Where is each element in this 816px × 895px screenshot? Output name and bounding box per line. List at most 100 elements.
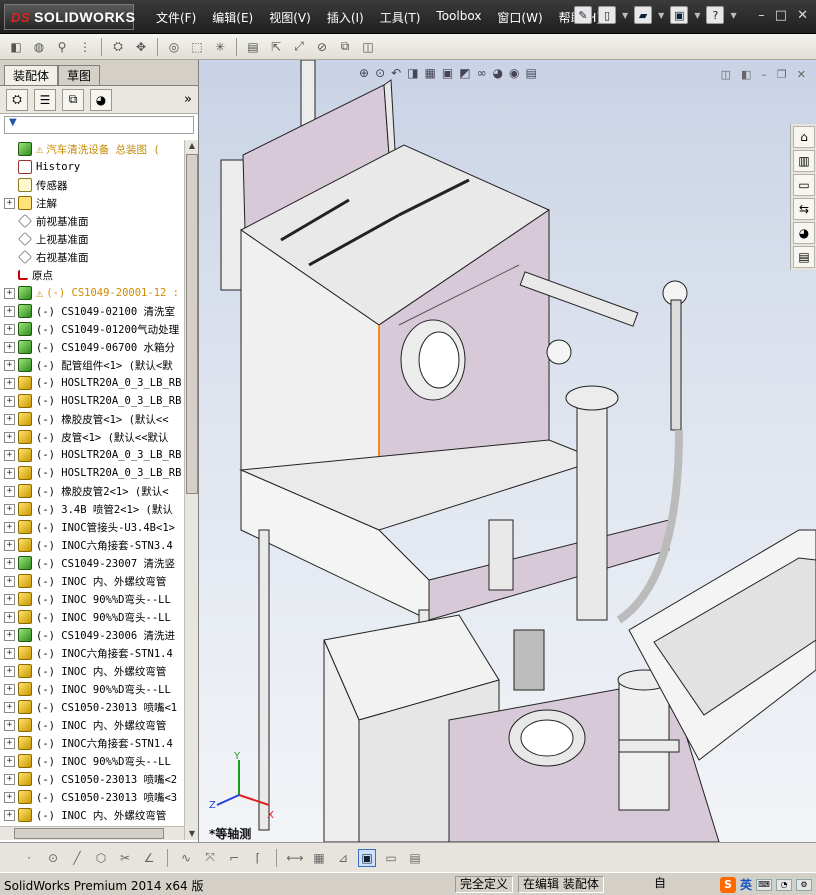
expand-icon[interactable]: + [4, 287, 15, 299]
chevron-down-icon[interactable]: ▼ [694, 11, 700, 20]
tree-item[interactable]: + (-) INOC 内、外螺纹弯管 [0, 572, 184, 590]
assembly-features-icon[interactable]: ⬚ [187, 37, 207, 57]
tree-item[interactable]: + (-) INOC 内、外螺纹弯管 [0, 716, 184, 734]
trim-icon[interactable]: ✂ [116, 849, 134, 867]
menu-toolbox[interactable]: Toolbox [428, 9, 489, 26]
tree-item[interactable]: 传感器 [0, 176, 184, 194]
ime-settings-icon[interactable]: ⚙ [796, 878, 812, 891]
line-icon[interactable]: ╱ [68, 849, 86, 867]
close-icon[interactable]: ✕ [797, 9, 808, 23]
bill-of-materials-icon[interactable]: ▤ [243, 37, 263, 57]
expand-icon[interactable]: + [4, 809, 15, 821]
expand-icon[interactable]: + [4, 377, 15, 389]
expand-icon[interactable]: + [4, 359, 15, 371]
chevron-down-icon[interactable]: ▼ [658, 11, 664, 20]
expand-icon[interactable]: + [4, 665, 15, 677]
expand-icon[interactable]: + [4, 611, 15, 623]
tree-item[interactable]: + (-) INOC 90%%D弯头--LL [0, 608, 184, 626]
exploded-view-icon[interactable]: ⇱ [266, 37, 286, 57]
tree-vertical-scrollbar[interactable]: ▲ ▼ [184, 140, 198, 840]
tree-item[interactable]: + (-) HOSLTR20A_0_3_LB_RB [0, 374, 184, 392]
tree-item[interactable]: + (-) HOSLTR20A_0_3_LB_RB [0, 392, 184, 410]
explode-line-icon[interactable]: ⤢ [289, 37, 309, 57]
mate-icon[interactable]: ⚲ [52, 37, 72, 57]
expand-icon[interactable]: + [4, 395, 15, 407]
menu-insert[interactable]: 插入(I) [319, 9, 372, 26]
minimize-icon[interactable]: – [758, 9, 765, 23]
menu-file[interactable]: 文件(F) [148, 9, 204, 26]
circle-icon[interactable]: ⊙ [44, 849, 62, 867]
tree-item[interactable]: + (-) CS1049-06700 水箱分 [0, 338, 184, 356]
construction-line-icon[interactable]: ⌈ [249, 849, 267, 867]
tree-horizontal-scrollbar[interactable] [0, 826, 184, 840]
sogou-icon[interactable]: S [719, 876, 736, 893]
tree-item[interactable]: + (-) CS1049-23007 清洗竖 [0, 554, 184, 572]
insert-component-icon[interactable]: ◍ [29, 37, 49, 57]
tree-item[interactable]: + (-) 皮管<1> (默认<<默认 [0, 428, 184, 446]
tree-item[interactable]: + (-) INOC 90%%D弯头--LL [0, 590, 184, 608]
expand-icon[interactable]: + [4, 413, 15, 425]
expand-icon[interactable]: + [4, 557, 15, 569]
expand-icon[interactable]: + [4, 719, 15, 731]
design-library-icon[interactable]: ▥ [793, 150, 815, 172]
interference-icon[interactable]: ⊘ [312, 37, 332, 57]
show-hidden-icon[interactable]: ◎ [164, 37, 184, 57]
tree-item[interactable]: 上视基准面 [0, 230, 184, 248]
graphics-area[interactable]: ⊕ ⊙ ↶ ◨ ▦ ▣ ◩ ∞ ◕ ◉ ▤ ◫ ◧ – ❐ ✕ ⌂ ▥ ▭ ⇆ … [199, 60, 816, 842]
chevron-down-icon[interactable]: ▼ [622, 11, 628, 20]
scroll-up-icon[interactable]: ▲ [186, 140, 198, 152]
expand-icon[interactable]: + [4, 305, 15, 317]
tree-item[interactable]: + (-) INOC管接头-U3.4B<1> [0, 518, 184, 536]
offset-icon[interactable]: ⌐ [225, 849, 243, 867]
more-tabs-icon[interactable]: » [184, 92, 192, 107]
tree-item[interactable]: + (-) CS1049-23006 清洗进 [0, 626, 184, 644]
tree-item[interactable]: + (-) CS1049-01200气动处理 [0, 320, 184, 338]
tree-item[interactable]: + (-) INOC 内、外螺纹弯管 [0, 806, 184, 824]
tree-item[interactable]: + (-) INOC六角接套-STN1.4 [0, 644, 184, 662]
move-component-icon[interactable]: ✥ [131, 37, 151, 57]
chevron-down-icon[interactable]: ▼ [730, 11, 736, 20]
new-document-icon[interactable]: ▯ [598, 6, 616, 24]
edit-component-icon[interactable]: ◧ [6, 37, 26, 57]
tree-item[interactable]: History [0, 158, 184, 176]
menu-window[interactable]: 窗口(W) [489, 9, 550, 26]
scroll-thumb[interactable] [186, 154, 198, 494]
menu-view[interactable]: 视图(V) [261, 9, 319, 26]
tree-item[interactable]: 右视基准面 [0, 248, 184, 266]
property-manager-icon[interactable]: ☰ [34, 88, 56, 111]
tree-item[interactable]: + (-) 配管组件<1> (默认<默 [0, 356, 184, 374]
tree-item[interactable]: + (-) HOSLTR20A_0_3_LB_RB [0, 446, 184, 464]
tab-sketch[interactable]: 草图 [58, 65, 101, 85]
tree-filter[interactable]: ▼ [4, 116, 194, 134]
expand-icon[interactable]: + [4, 521, 15, 533]
tree-item[interactable]: + 注解 [0, 194, 184, 212]
help-icon[interactable]: ? [706, 6, 725, 24]
home-icon[interactable]: ⌂ [793, 126, 815, 148]
reference-geometry-icon[interactable]: ✳ [210, 37, 230, 57]
display-pane-icon[interactable]: ▭ [382, 849, 400, 867]
scroll-down-icon[interactable]: ▼ [186, 828, 198, 840]
tree-item[interactable]: + (-) INOC六角接套-STN3.4 [0, 536, 184, 554]
grid-icon[interactable]: ▦ [310, 849, 328, 867]
tree-item[interactable]: + (-) INOC六角接套-STN1.4 [0, 734, 184, 752]
expand-icon[interactable]: + [4, 197, 15, 209]
component-pattern-icon[interactable]: ⋮ [75, 37, 95, 57]
file-explorer-icon[interactable]: ▭ [793, 174, 815, 196]
expand-icon[interactable]: + [4, 323, 15, 335]
expand-icon[interactable]: + [4, 593, 15, 605]
menu-tools[interactable]: 工具(T) [372, 9, 429, 26]
expand-icon[interactable]: + [4, 755, 15, 767]
expand-icon[interactable]: + [4, 575, 15, 587]
ime-language[interactable]: 英 [740, 876, 752, 893]
tree-item[interactable]: + ⚠ (-) CS1049-20001-12 : [0, 284, 184, 302]
expand-icon[interactable]: + [4, 467, 15, 479]
angle-icon[interactable]: ∠ [140, 849, 158, 867]
tab-assembly[interactable]: 装配体 [4, 65, 59, 85]
tree-item[interactable]: + (-) HOSLTR20A_0_3_LB_RB [0, 464, 184, 482]
tree-item[interactable]: + (-) CS1050-23013 喷嘴<2 [0, 770, 184, 788]
tree-item[interactable]: 原点 [0, 266, 184, 284]
menu-edit[interactable]: 编辑(E) [204, 9, 261, 26]
expand-icon[interactable]: + [4, 629, 15, 641]
keyboard-icon[interactable]: ⌨ [756, 878, 772, 891]
hscroll-thumb[interactable] [14, 828, 164, 839]
